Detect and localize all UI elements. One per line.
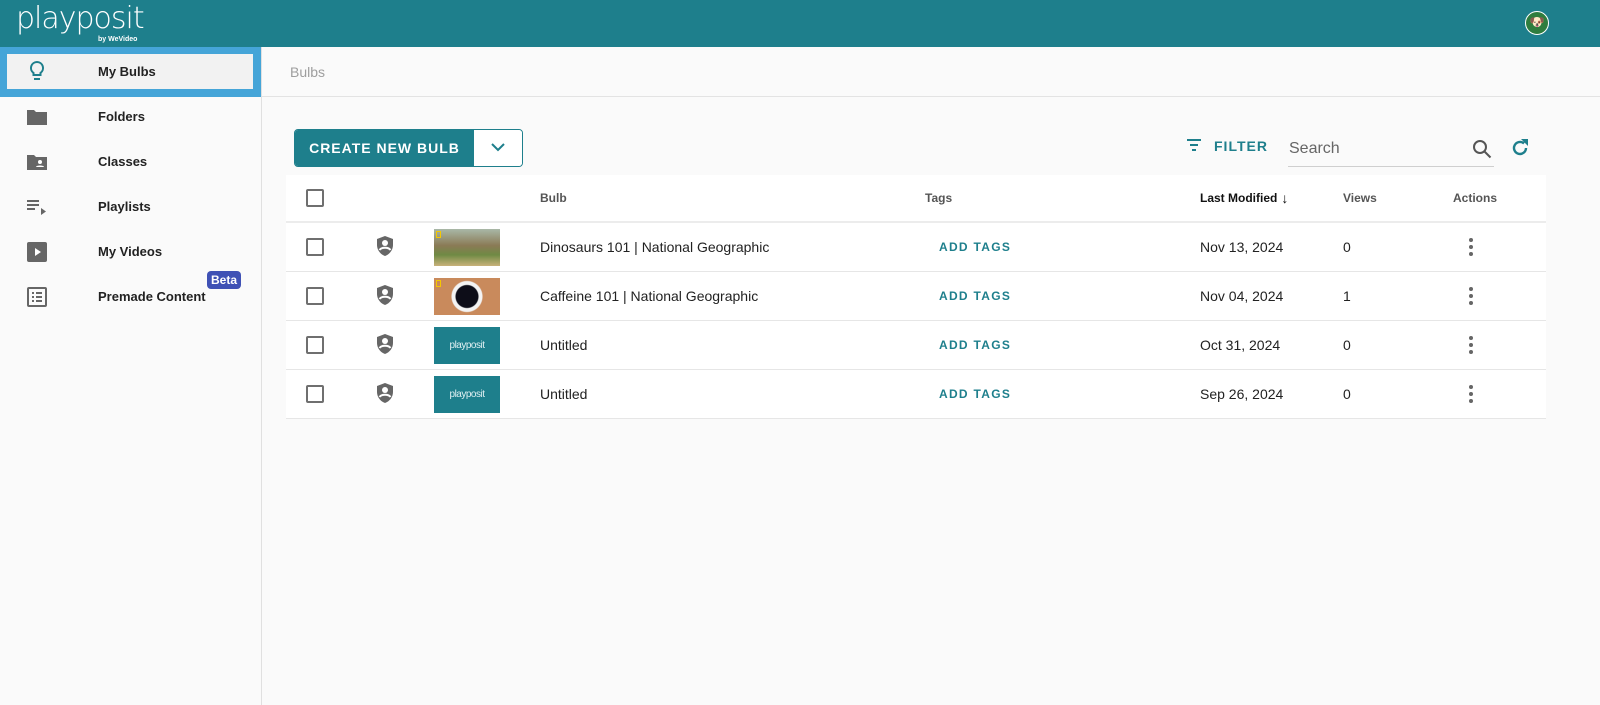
sidebar-item-my-videos[interactable]: My Videos — [0, 229, 261, 274]
sidebar-item-my-bulbs[interactable]: My Bulbs — [0, 47, 261, 97]
more-actions-icon[interactable] — [1469, 287, 1473, 305]
table-row[interactable]: Caffeine 101 | National Geographic ADD T… — [286, 272, 1546, 321]
row-checkbox[interactable] — [306, 385, 324, 403]
logo-subtext: by WeVideo — [98, 36, 138, 43]
bulbs-table: Bulb Tags Last Modified ↓ Views Actions D… — [286, 175, 1546, 419]
list-icon — [26, 286, 48, 308]
view-count: 1 — [1343, 288, 1351, 304]
class-folder-icon — [26, 151, 48, 173]
sidebar-item-label: Premade Content — [98, 289, 206, 304]
logo-text: playposit — [16, 1, 145, 36]
sidebar-item-label: Folders — [98, 109, 145, 124]
folder-icon — [26, 106, 48, 128]
chevron-down-icon — [491, 139, 505, 157]
sidebar-item-label: Classes — [98, 154, 148, 169]
bulb-title[interactable]: Untitled — [540, 321, 587, 369]
column-header-actions: Actions — [1453, 191, 1498, 205]
more-actions-icon[interactable] — [1469, 385, 1473, 403]
bulb-title[interactable]: Dinosaurs 101 | National Geographic — [540, 223, 769, 271]
sidebar-item-folders[interactable]: Folders — [0, 94, 261, 139]
add-tags-button[interactable]: ADD TAGS — [939, 272, 1011, 320]
table-row[interactable]: playposit Untitled ADD TAGS Sep 26, 2024… — [286, 370, 1546, 419]
filter-button[interactable]: FILTER — [1186, 138, 1268, 154]
create-new-bulb-button[interactable]: CREATE NEW BULB — [295, 130, 474, 166]
sidebar-item-premade-content[interactable]: Premade Content Beta — [0, 271, 261, 319]
column-header-views: Views — [1343, 191, 1377, 205]
add-tags-button[interactable]: ADD TAGS — [939, 223, 1011, 271]
arrow-down-icon: ↓ — [1281, 190, 1289, 206]
breadcrumb: Bulbs — [262, 47, 1600, 97]
column-header-bulb: Bulb — [540, 191, 567, 205]
breadcrumb-item[interactable]: Bulbs — [290, 64, 325, 80]
sidebar-item-classes[interactable]: Classes — [0, 139, 261, 184]
view-count: 0 — [1343, 386, 1351, 402]
refresh-icon[interactable] — [1510, 138, 1530, 163]
view-count: 0 — [1343, 239, 1351, 255]
column-header-last-modified[interactable]: Last Modified ↓ — [1200, 175, 1288, 221]
sidebar-item-label: My Videos — [98, 244, 163, 259]
playposit-logo[interactable]: playposit by WeVideo — [16, 1, 145, 44]
add-tags-button[interactable]: ADD TAGS — [939, 370, 1011, 418]
more-actions-icon[interactable] — [1469, 238, 1473, 256]
search-field — [1288, 133, 1494, 167]
privacy-shield-icon — [375, 333, 395, 358]
create-bulb-split-button: CREATE NEW BULB — [294, 129, 523, 167]
sidebar-item-playlists[interactable]: Playlists — [0, 184, 261, 229]
bulb-title[interactable]: Caffeine 101 | National Geographic — [540, 272, 758, 320]
search-input[interactable] — [1288, 133, 1458, 165]
last-modified-date: Nov 13, 2024 — [1200, 239, 1284, 255]
row-checkbox[interactable] — [306, 238, 324, 256]
privacy-shield-icon — [375, 284, 395, 309]
natgeo-logo-icon — [436, 279, 441, 287]
table-row[interactable]: Dinosaurs 101 | National Geographic ADD … — [286, 223, 1546, 272]
view-count: 0 — [1343, 337, 1351, 353]
search-icon[interactable] — [1472, 139, 1492, 164]
beta-badge: Beta — [207, 271, 242, 289]
privacy-shield-icon — [375, 235, 395, 260]
table-header-row: Bulb Tags Last Modified ↓ Views Actions — [286, 175, 1546, 223]
filter-icon — [1186, 138, 1202, 154]
lightbulb-icon — [26, 60, 48, 82]
video-thumbnail[interactable]: playposit — [434, 375, 500, 413]
filter-label: FILTER — [1214, 138, 1268, 154]
table-row[interactable]: playposit Untitled ADD TAGS Oct 31, 2024… — [286, 321, 1546, 370]
natgeo-logo-icon — [436, 230, 441, 238]
row-checkbox[interactable] — [306, 287, 324, 305]
privacy-shield-icon — [375, 382, 395, 407]
bulb-title[interactable]: Untitled — [540, 370, 587, 418]
top-bar: playposit by WeVideo 🐶 — [0, 0, 1600, 47]
video-thumbnail[interactable] — [434, 228, 500, 266]
sidebar: My Bulbs Folders Classes Playlists My Vi… — [0, 47, 262, 705]
sidebar-item-label: Playlists — [98, 199, 151, 214]
add-tags-button[interactable]: ADD TAGS — [939, 321, 1011, 369]
row-checkbox[interactable] — [306, 336, 324, 354]
header-label: Last Modified — [1200, 191, 1278, 205]
select-all-checkbox[interactable] — [306, 189, 324, 207]
more-actions-icon[interactable] — [1469, 336, 1473, 354]
video-icon — [26, 241, 48, 263]
last-modified-date: Sep 26, 2024 — [1200, 386, 1284, 402]
column-header-tags: Tags — [925, 191, 953, 205]
create-options-dropdown[interactable] — [474, 130, 522, 166]
user-avatar[interactable]: 🐶 — [1525, 11, 1549, 35]
sidebar-item-label: My Bulbs — [98, 64, 156, 79]
video-thumbnail[interactable]: playposit — [434, 326, 500, 364]
last-modified-date: Oct 31, 2024 — [1200, 337, 1281, 353]
playlist-icon — [26, 196, 48, 218]
last-modified-date: Nov 04, 2024 — [1200, 288, 1284, 304]
video-thumbnail[interactable] — [434, 277, 500, 315]
